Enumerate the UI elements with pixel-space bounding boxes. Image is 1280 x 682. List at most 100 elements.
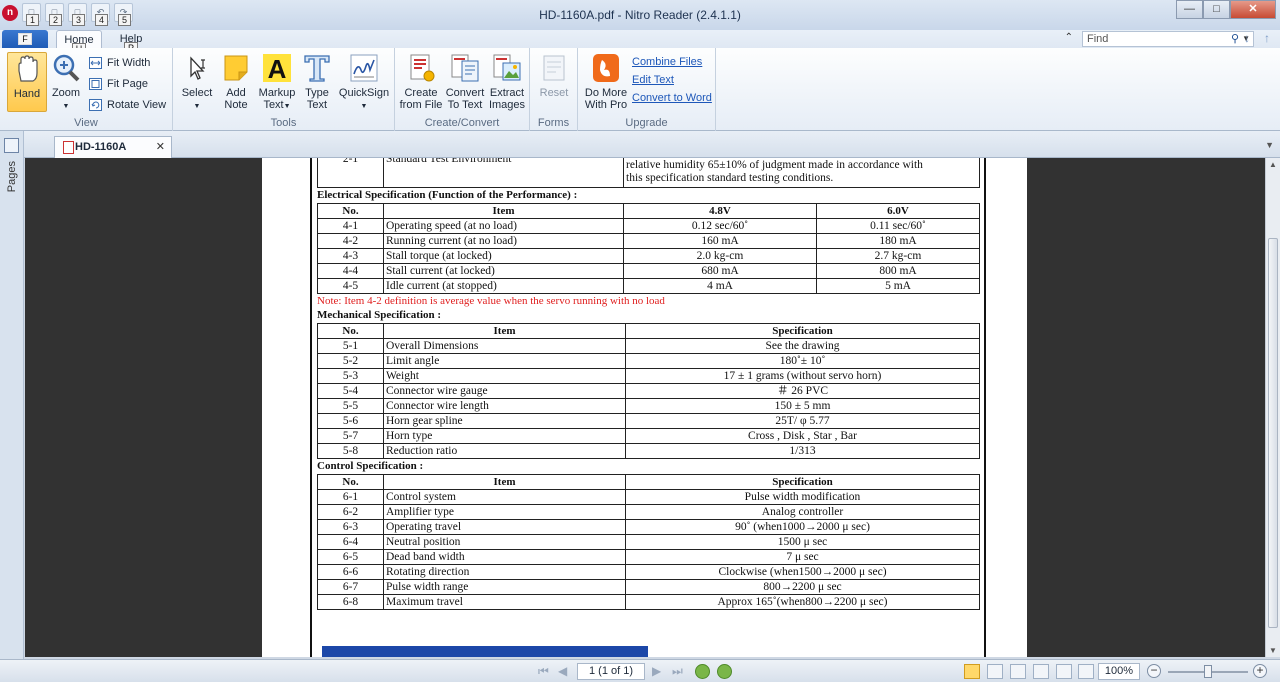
minimize-button[interactable]: — (1176, 0, 1203, 19)
close-tab-icon[interactable]: ✕ (156, 140, 165, 153)
close-button[interactable]: ✕ (1230, 0, 1276, 19)
tab-home[interactable]: Home H (56, 30, 102, 55)
fit-page-button[interactable]: Fit Page (87, 75, 148, 93)
column-header: Item (383, 203, 624, 219)
tab-list-chevron-icon[interactable]: ▼ (1265, 140, 1274, 150)
create-from-file-button[interactable]: Create from File (399, 52, 443, 111)
scrollbar-thumb[interactable] (1268, 238, 1278, 628)
table-cell: Limit angle (383, 353, 626, 369)
quicksign-button[interactable]: QuickSign ▼ (337, 52, 391, 113)
document-viewport[interactable]: 2-1 Standard Test Environment relative h… (25, 158, 1265, 657)
vertical-scrollbar[interactable]: ▲ ▼ (1265, 158, 1280, 657)
document-tab[interactable]: HD-1160A ✕ (54, 136, 172, 158)
scroll-down-icon[interactable]: ▼ (1269, 646, 1277, 655)
edit-text-link[interactable]: Edit Text (632, 74, 674, 86)
table-header-row: No. Item Specification (317, 474, 980, 490)
window-controls: — □ ✕ (1176, 0, 1276, 19)
table-cell: 180˚± 10˚ (625, 353, 980, 369)
facing-view-icon[interactable] (1010, 664, 1026, 679)
previous-page-icon[interactable]: ◀ (558, 664, 567, 678)
tab-file[interactable]: F (2, 30, 48, 48)
table-cell: 25T/ φ 5.77 (625, 413, 980, 429)
table-cell: 6-3 (317, 519, 384, 535)
forward-view-icon[interactable] (717, 664, 732, 679)
table-cell: Maximum travel (383, 594, 626, 610)
group-forms-label: Forms (537, 117, 570, 129)
table-cell: 5-4 (317, 383, 384, 399)
last-page-icon[interactable]: ⏭ (672, 664, 683, 679)
ribbon: Hand Zoom ▼ Fit Width Fit Page Rotate Vie… (0, 48, 1280, 131)
pages-panel-icon[interactable] (4, 138, 19, 153)
mechanical-table: No. Item Specification 5-1 Overall Dimens… (317, 323, 980, 459)
continuous-view-icon[interactable] (987, 664, 1003, 679)
table-row: 2-1 Standard Test Environment relative h… (317, 158, 980, 188)
table-cell: 7 μ sec (625, 549, 980, 565)
type-text-button[interactable]: Type Text (301, 52, 333, 111)
markup-text-button[interactable]: A Markup Text▼ (257, 52, 297, 113)
table-cell: Neutral position (383, 534, 626, 550)
next-page-icon[interactable]: ▶ (652, 664, 661, 678)
extract-images-button[interactable]: Extract Images (487, 52, 527, 111)
convert-to-word-link[interactable]: Convert to Word (632, 92, 712, 104)
combine-files-link[interactable]: Combine Files (632, 56, 702, 68)
table-cell: 2-1 (317, 158, 384, 188)
search-icon[interactable]: ⚲ (1231, 32, 1239, 46)
table-cell: 6-2 (317, 504, 384, 520)
table-row: 5-6 Horn gear spline 25T/ φ 5.77 (317, 413, 980, 429)
add-note-button[interactable]: Add Note (219, 52, 253, 111)
pdf-page: 2-1 Standard Test Environment relative h… (262, 158, 1027, 657)
table-cell: Clockwise (when1500→2000 μ sec) (625, 564, 980, 580)
table-row: 6-4 Neutral position 1500 μ sec (317, 534, 980, 550)
add-note-label-2: Note (224, 99, 248, 111)
facing-continuous-view-icon[interactable] (1033, 664, 1049, 679)
pages-panel-tab[interactable]: Pages (6, 161, 18, 192)
select-button[interactable]: Select ▼ (179, 52, 215, 113)
table-cell: 1/313 (625, 443, 980, 459)
zoom-out-icon[interactable]: − (1147, 664, 1161, 678)
pdf-file-icon (63, 141, 74, 154)
cover-view-icon[interactable] (1078, 664, 1094, 679)
back-view-icon[interactable] (695, 664, 710, 679)
table-cell: 5-2 (317, 353, 384, 369)
zoom-in-icon[interactable]: + (1253, 664, 1267, 678)
nitro-pro-icon (593, 54, 619, 82)
first-page-icon[interactable]: ⏮ (538, 664, 549, 679)
rotate-view-button[interactable]: Rotate View (87, 96, 166, 114)
extract-label-1: Extract (489, 87, 525, 99)
single-page-view-icon[interactable] (964, 664, 980, 679)
zoom-button[interactable]: Zoom ▼ (49, 52, 83, 113)
mechanical-table-body: 5-1 Overall Dimensions See the drawing 5-2 L… (317, 338, 980, 459)
status-bar: ⏮ ◀ 1 (1 of 1) ▶ ⏭ 100% − + (0, 659, 1280, 682)
scroll-up-icon[interactable]: ▲ (1269, 160, 1277, 169)
table-cell: 6-1 (317, 489, 384, 505)
table-cell: Idle current (at stopped) (383, 278, 624, 294)
chevron-down-icon: ▼ (62, 103, 70, 110)
page-number-field[interactable]: 1 (1 of 1) (577, 663, 645, 680)
reset-form-button[interactable]: Reset (536, 52, 572, 99)
table-row: 6-2 Amplifier type Analog controller (317, 504, 980, 520)
table-cell: Horn type (383, 428, 626, 444)
tab-help[interactable]: Help P (110, 30, 152, 54)
hand-button[interactable]: Hand (7, 52, 47, 112)
rotate-view-label: Rotate View (107, 99, 167, 111)
maximize-button[interactable]: □ (1203, 0, 1230, 19)
find-input[interactable]: Find ⚲ ▼ (1082, 31, 1254, 47)
fullscreen-view-icon[interactable] (1056, 664, 1072, 679)
create-label-1: Create (404, 87, 438, 99)
zoom-slider-thumb[interactable] (1204, 665, 1212, 678)
convert-text-icon (451, 54, 479, 82)
convert-to-text-button[interactable]: Convert To Text (445, 52, 485, 111)
blue-graphic-bar (322, 646, 648, 657)
table-cell: Stall current (at locked) (383, 263, 624, 279)
table-header-row: No. Item Specification (317, 323, 980, 339)
find-next-icon[interactable]: ↓ (1244, 31, 1250, 45)
group-view-label: View (74, 117, 98, 129)
fit-width-button[interactable]: Fit Width (87, 54, 150, 72)
collapse-ribbon-icon[interactable]: ⌃ (1065, 32, 1073, 43)
zoom-level-field[interactable]: 100% (1098, 663, 1140, 680)
convert-label-2: To Text (447, 99, 483, 111)
do-more-with-pro-button[interactable]: Do More With Pro (582, 52, 630, 111)
document-tab-label: HD-1160A (75, 141, 127, 153)
find-previous-icon[interactable]: ↑ (1264, 31, 1270, 45)
column-header: No. (317, 203, 384, 219)
